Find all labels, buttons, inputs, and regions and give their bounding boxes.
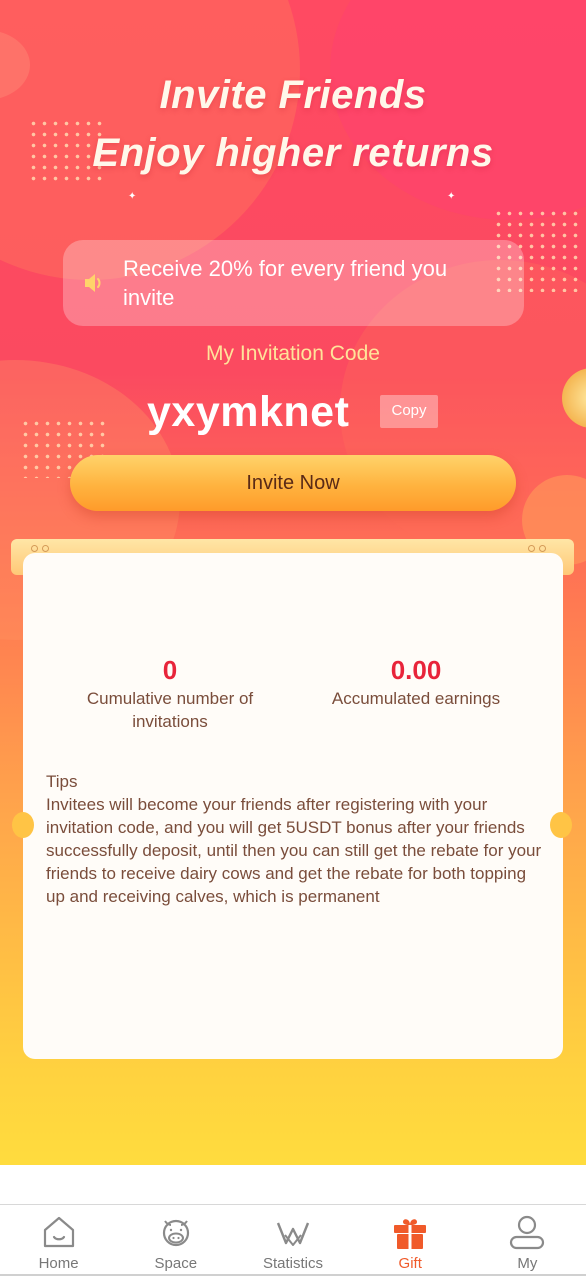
notice-banner: Receive 20% for every friend you invite [63, 240, 524, 326]
tab-label: Statistics [263, 1255, 324, 1272]
tips-heading: Tips [46, 772, 78, 791]
copy-button[interactable]: Copy [380, 395, 438, 428]
scroll-rivet [528, 545, 535, 552]
card-notch-left [12, 812, 34, 838]
notice-text: Receive 20% for every friend you invite [123, 256, 448, 310]
gift-icon [390, 1213, 430, 1251]
invitation-code: yxymknet [147, 388, 350, 436]
page-title-line1: Invite Friends [159, 73, 427, 117]
tab-label: Space [154, 1255, 198, 1272]
tips-section: Tips Invitees will become your friends a… [46, 770, 546, 908]
invitations-count-label: Cumulative number of invitations [86, 689, 254, 731]
tab-gift[interactable]: Gift [352, 1205, 469, 1277]
scroll-rivet [31, 545, 38, 552]
accumulated-earnings: 0.00 [390, 655, 442, 685]
invite-now-button[interactable]: Invite Now [70, 455, 516, 511]
page-title-line2: Enjoy higher returns [92, 131, 494, 175]
tab-label: My [517, 1255, 538, 1272]
accumulated-earnings-label: Accumulated earnings [331, 689, 501, 708]
statistics-icon [273, 1213, 313, 1251]
speaker-icon [79, 268, 109, 298]
bottom-tab-bar: Home Space Statistics Gift My [0, 1204, 586, 1277]
tab-label: Home [38, 1255, 79, 1272]
tab-statistics[interactable]: Statistics [234, 1205, 351, 1277]
invitation-code-label: My Invitation Code [206, 342, 380, 365]
tab-my[interactable]: My [469, 1205, 586, 1277]
tab-label: Gift [398, 1255, 422, 1272]
scroll-rivet [42, 545, 49, 552]
invitations-count: 0 [162, 655, 178, 685]
tab-space[interactable]: Space [117, 1205, 234, 1277]
user-icon [507, 1213, 547, 1251]
home-icon [39, 1213, 79, 1251]
scroll-rivet [539, 545, 546, 552]
tips-body: Invitees will become your friends after … [46, 795, 542, 906]
tab-home[interactable]: Home [0, 1205, 117, 1277]
cow-icon [156, 1213, 196, 1251]
card-notch-right [550, 812, 572, 838]
